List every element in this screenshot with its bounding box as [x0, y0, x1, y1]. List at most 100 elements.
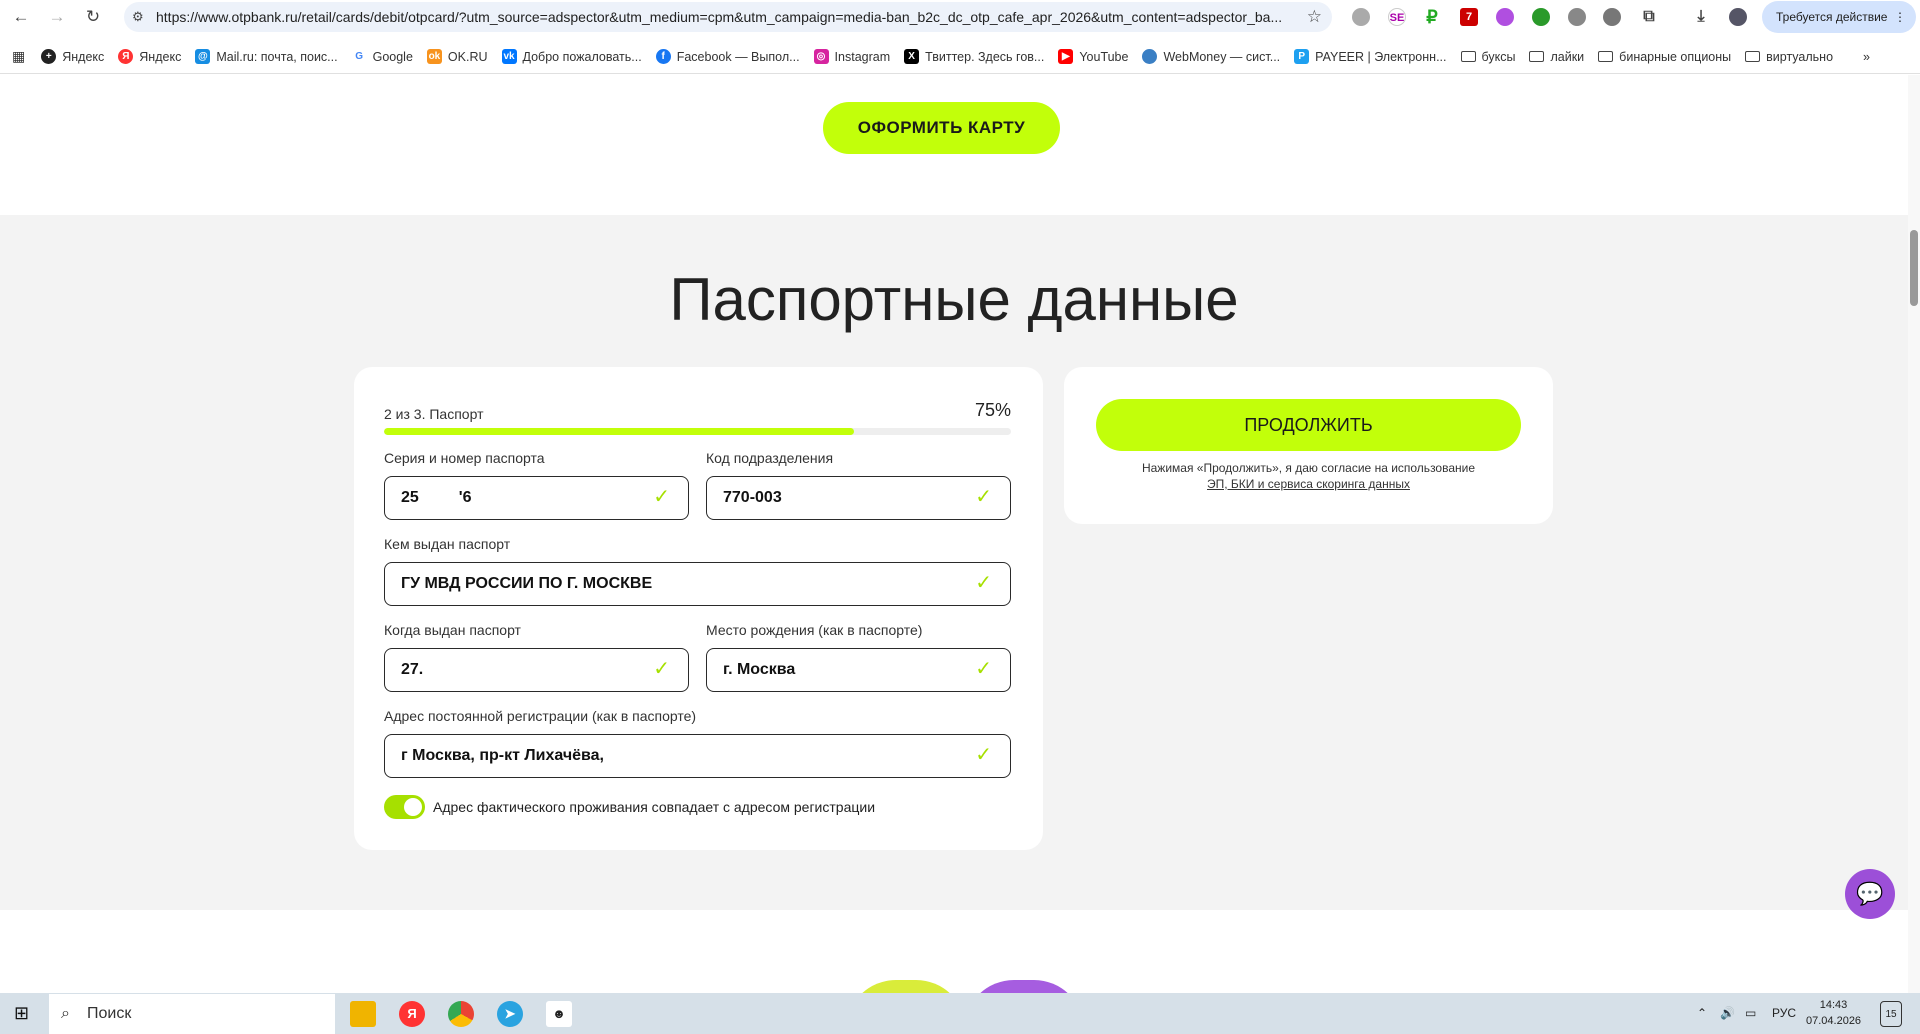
network-icon[interactable]: ▭ — [1745, 993, 1756, 1034]
globe-extension-icon[interactable] — [1352, 8, 1370, 26]
page-title: Паспортные данные — [669, 266, 1239, 333]
yandex-browser-icon[interactable]: Я — [399, 1001, 425, 1027]
decorative-purple-circle — [964, 980, 1084, 993]
address-value: г Москва, пр-кт Лихачёва, — [401, 747, 604, 764]
same-address-toggle[interactable] — [384, 795, 425, 819]
clock[interactable]: 14:43 07.04.2026 — [1806, 997, 1861, 1029]
extensions-puzzle-icon[interactable]: ⧉ — [1640, 8, 1658, 26]
bookmark[interactable]: f Facebook — Выпол... — [655, 49, 800, 64]
bookmark-label: Facebook — Выпол... — [676, 49, 800, 64]
bookmark-folder[interactable]: лайки — [1529, 50, 1584, 64]
forward-icon[interactable]: → — [46, 6, 68, 28]
bookmark[interactable]: Я Яндекс — [118, 49, 181, 64]
issue-date-value: 27. — [401, 661, 424, 678]
folder-icon — [1745, 51, 1761, 62]
windows-start-icon[interactable]: ⊞ — [14, 1003, 29, 1024]
bookmark-label: Google — [372, 49, 413, 64]
heart-extension-icon[interactable] — [1496, 8, 1514, 26]
telegram-icon[interactable]: ➤ — [497, 1001, 523, 1027]
order-card-button[interactable]: ОФОРМИТЬ КАРТУ — [823, 102, 1060, 154]
progress-label: 2 из 3. Паспорт — [384, 406, 484, 422]
scrollbar[interactable] — [1908, 75, 1920, 993]
check-icon: ✓ — [975, 486, 992, 508]
bookmark[interactable]: @ Mail.ru: почта, поис... — [195, 49, 338, 64]
file-explorer-icon[interactable] — [350, 1001, 376, 1027]
progress-percent: 75% — [974, 400, 1011, 420]
bookmark-folder[interactable]: бинарные опционы — [1598, 50, 1731, 64]
alien-extension-icon[interactable] — [1603, 8, 1621, 26]
chrome-icon[interactable] — [448, 1001, 474, 1027]
apps-icon[interactable]: ▦ — [12, 48, 25, 65]
consent-link[interactable]: ЭП, БКИ и сервиса скоринга данных — [1207, 477, 1410, 491]
profile-avatar[interactable] — [1729, 8, 1747, 26]
browser-toolbar: ← → ↻ ⚙ https://www.otpbank.ru/retail/ca… — [0, 0, 1920, 34]
continue-card: ПРОДОЛЖИТЬ Нажимая «Продолжить», я даю с… — [1064, 367, 1553, 524]
birth-place-input[interactable]: г. Москва ✓ — [706, 648, 1011, 692]
folder-icon — [1529, 51, 1545, 62]
action-required-button[interactable]: Требуется действие ⋮ — [1762, 1, 1916, 33]
shield-extension-icon[interactable] — [1568, 8, 1586, 26]
check-icon: ✓ — [975, 572, 992, 594]
bookmark-label: PAYEER | Электронн... — [1315, 49, 1447, 64]
bookmark-folder[interactable]: виртуально — [1745, 50, 1833, 64]
consent-text: Нажимая «Продолжить», я даю согласие на … — [1064, 460, 1553, 492]
taskbar: ⊞ ⌕ Поиск Я ➤ ☻ ⌃ 🔊 ▭ РУС 14:43 07.04.2026… — [0, 993, 1920, 1034]
language-indicator[interactable]: РУС — [1772, 993, 1796, 1034]
folder-label: бинарные опционы — [1619, 49, 1732, 64]
bookmark-label: YouTube — [1079, 49, 1129, 64]
taskbar-search[interactable]: ⌕ Поиск — [49, 994, 335, 1034]
tray-chevron-icon[interactable]: ⌃ — [1697, 993, 1707, 1034]
chat-bubble-icon[interactable]: 💬 — [1845, 869, 1895, 919]
folder-label: лайки — [1550, 49, 1585, 64]
check-icon: ✓ — [975, 744, 992, 766]
address-label: Адрес постоянной регистрации (как в пасп… — [384, 708, 697, 724]
address-input[interactable]: г Москва, пр-кт Лихачёва, ✓ — [384, 734, 1011, 778]
bookmark[interactable]: WebMoney — сист... — [1142, 49, 1280, 64]
menu-dots-icon[interactable]: ⋮ — [1894, 1, 1906, 33]
app-icon[interactable]: ☻ — [546, 1001, 572, 1027]
bookmark[interactable]: ▶ YouTube — [1058, 49, 1128, 64]
site-settings-icon[interactable]: ⚙ — [132, 2, 144, 32]
check-icon: ✓ — [975, 658, 992, 680]
bookmark-star-icon[interactable]: ☆ — [1307, 2, 1322, 32]
bookmark[interactable]: ◎ Instagram — [813, 49, 891, 64]
se-extension-icon[interactable]: SE — [1388, 8, 1406, 26]
issue-date-label: Когда выдан паспорт — [384, 622, 521, 638]
bookmark-label: OK.RU — [447, 49, 488, 64]
scrollbar-thumb[interactable] — [1910, 230, 1918, 306]
volume-icon[interactable]: 🔊 — [1720, 993, 1735, 1034]
folder-label: буксы — [1481, 49, 1516, 64]
reload-icon[interactable]: ↻ — [82, 6, 104, 28]
page-content: ОФОРМИТЬ КАРТУ Паспортные данные 2 из 3.… — [0, 75, 1908, 993]
search-placeholder: Поиск — [87, 1005, 132, 1022]
bookmark[interactable]: P PAYEER | Электронн... — [1294, 49, 1447, 64]
pc-extension-icon[interactable] — [1532, 8, 1550, 26]
extension-badge-icon[interactable]: 7 — [1460, 8, 1478, 26]
bookmark-folder[interactable]: буксы — [1460, 49, 1516, 64]
bookmark[interactable]: ok OK.RU — [426, 49, 488, 64]
issued-by-label: Кем выдан паспорт — [384, 536, 511, 552]
issued-by-input[interactable]: ГУ МВД РОССИИ ПО Г. МОСКВЕ ✓ — [384, 562, 1011, 606]
division-code-input[interactable]: 770-003 ✓ — [706, 476, 1011, 520]
notifications-icon[interactable]: 15 — [1880, 1001, 1902, 1027]
download-icon[interactable]: ⤓ — [1692, 8, 1710, 26]
bookmark-label: Instagram — [834, 49, 891, 64]
bookmark[interactable]: G Google — [351, 49, 413, 64]
check-icon: ✓ — [653, 658, 670, 680]
back-icon[interactable]: ← — [10, 6, 32, 28]
issue-date-input[interactable]: 27. ✓ — [384, 648, 689, 692]
folder-icon — [1460, 51, 1476, 62]
continue-button[interactable]: ПРОДОЛЖИТЬ — [1096, 399, 1521, 451]
bookmark-label: Яндекс — [62, 49, 105, 64]
passport-number-input[interactable]: 25 '6 ✓ — [384, 476, 689, 520]
ruble-extension-icon[interactable]: ₽ — [1423, 8, 1441, 26]
division-code-label: Код подразделения — [706, 450, 834, 466]
address-bar[interactable]: ⚙ https://www.otpbank.ru/retail/cards/de… — [124, 2, 1332, 32]
bookmark[interactable]: X Твиттер. Здесь гов... — [904, 49, 1044, 64]
more-bookmarks-icon[interactable]: » — [1863, 50, 1870, 64]
url-text: https://www.otpbank.ru/retail/cards/debi… — [156, 9, 1283, 25]
bookmark-label: Добро пожаловать... — [522, 49, 642, 64]
bookmark[interactable]: + Яндекс — [41, 49, 104, 64]
bookmark[interactable]: vk Добро пожаловать... — [501, 49, 642, 64]
bookmark-label: Mail.ru: почта, поис... — [216, 49, 338, 64]
